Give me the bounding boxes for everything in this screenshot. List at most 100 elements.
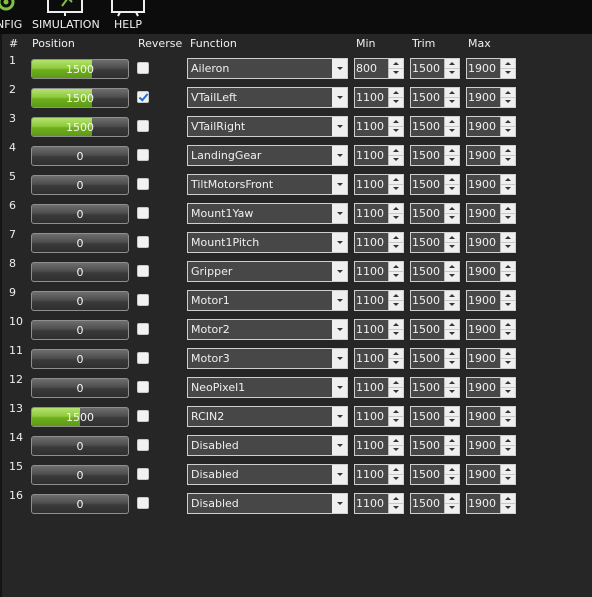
- chevron-down-icon[interactable]: [445, 475, 459, 484]
- min-spinner[interactable]: 1100: [354, 203, 404, 224]
- chevron-down-icon[interactable]: [332, 233, 347, 252]
- chevron-down-icon[interactable]: [445, 446, 459, 455]
- trim-spinner[interactable]: 1500: [410, 493, 460, 514]
- chevron-down-icon[interactable]: [332, 59, 347, 78]
- chevron-up-icon[interactable]: [501, 204, 515, 214]
- trim-spinner[interactable]: 1500: [410, 58, 460, 79]
- chevron-up-icon[interactable]: [389, 262, 403, 272]
- chevron-down-icon[interactable]: [501, 69, 515, 78]
- function-select[interactable]: RCIN2: [187, 406, 348, 427]
- function-select[interactable]: Disabled: [187, 435, 348, 456]
- trim-spinner[interactable]: 1500: [410, 261, 460, 282]
- chevron-down-icon[interactable]: [445, 127, 459, 136]
- chevron-up-icon[interactable]: [389, 88, 403, 98]
- max-spinner[interactable]: 1900: [466, 493, 516, 514]
- chevron-down-icon[interactable]: [501, 156, 515, 165]
- min-spinner[interactable]: 1100: [354, 174, 404, 195]
- chevron-down-icon[interactable]: [332, 117, 347, 136]
- chevron-up-icon[interactable]: [501, 378, 515, 388]
- chevron-up-icon[interactable]: [501, 146, 515, 156]
- function-select[interactable]: VTailLeft: [187, 87, 348, 108]
- chevron-down-icon[interactable]: [389, 127, 403, 136]
- chevron-up-icon[interactable]: [445, 320, 459, 330]
- chevron-up-icon[interactable]: [445, 407, 459, 417]
- reverse-checkbox[interactable]: [137, 323, 149, 335]
- chevron-up-icon[interactable]: [445, 204, 459, 214]
- min-spinner[interactable]: 1100: [354, 348, 404, 369]
- max-spinner[interactable]: 1900: [466, 464, 516, 485]
- toolbar-config[interactable]: NFIG: [0, 0, 24, 34]
- trim-spinner[interactable]: 1500: [410, 145, 460, 166]
- chevron-up-icon[interactable]: [445, 349, 459, 359]
- reverse-checkbox[interactable]: [137, 265, 149, 277]
- max-spinner[interactable]: 1900: [466, 319, 516, 340]
- chevron-down-icon[interactable]: [445, 417, 459, 426]
- chevron-down-icon[interactable]: [445, 243, 459, 252]
- chevron-up-icon[interactable]: [389, 320, 403, 330]
- min-spinner[interactable]: 1100: [354, 290, 404, 311]
- chevron-up-icon[interactable]: [445, 465, 459, 475]
- trim-spinner[interactable]: 1500: [410, 377, 460, 398]
- chevron-up-icon[interactable]: [445, 262, 459, 272]
- reverse-checkbox[interactable]: [137, 352, 149, 364]
- chevron-down-icon[interactable]: [332, 320, 347, 339]
- function-select[interactable]: Disabled: [187, 464, 348, 485]
- min-spinner[interactable]: 1100: [354, 377, 404, 398]
- chevron-down-icon[interactable]: [445, 214, 459, 223]
- chevron-down-icon[interactable]: [501, 127, 515, 136]
- min-spinner[interactable]: 1100: [354, 116, 404, 137]
- chevron-up-icon[interactable]: [445, 146, 459, 156]
- chevron-up-icon[interactable]: [445, 88, 459, 98]
- reverse-checkbox[interactable]: [137, 468, 149, 480]
- chevron-up-icon[interactable]: [389, 494, 403, 504]
- max-spinner[interactable]: 1900: [466, 58, 516, 79]
- min-spinner[interactable]: 1100: [354, 406, 404, 427]
- chevron-up-icon[interactable]: [389, 436, 403, 446]
- chevron-down-icon[interactable]: [445, 388, 459, 397]
- chevron-up-icon[interactable]: [389, 204, 403, 214]
- chevron-down-icon[interactable]: [389, 98, 403, 107]
- function-select[interactable]: Gripper: [187, 261, 348, 282]
- min-spinner[interactable]: 1100: [354, 319, 404, 340]
- chevron-down-icon[interactable]: [389, 156, 403, 165]
- chevron-down-icon[interactable]: [332, 204, 347, 223]
- chevron-up-icon[interactable]: [389, 146, 403, 156]
- chevron-up-icon[interactable]: [389, 233, 403, 243]
- chevron-down-icon[interactable]: [389, 214, 403, 223]
- min-spinner[interactable]: 800: [354, 58, 404, 79]
- toolbar-simulation[interactable]: SIMULATION: [32, 0, 102, 34]
- function-select[interactable]: LandingGear: [187, 145, 348, 166]
- chevron-up-icon[interactable]: [501, 88, 515, 98]
- chevron-up-icon[interactable]: [389, 407, 403, 417]
- chevron-down-icon[interactable]: [445, 301, 459, 310]
- chevron-up-icon[interactable]: [445, 494, 459, 504]
- max-spinner[interactable]: 1900: [466, 435, 516, 456]
- reverse-checkbox[interactable]: [137, 62, 149, 74]
- chevron-down-icon[interactable]: [332, 88, 347, 107]
- chevron-down-icon[interactable]: [501, 243, 515, 252]
- chevron-up-icon[interactable]: [389, 378, 403, 388]
- function-select[interactable]: VTailRight: [187, 116, 348, 137]
- chevron-up-icon[interactable]: [389, 59, 403, 69]
- chevron-down-icon[interactable]: [389, 272, 403, 281]
- chevron-up-icon[interactable]: [389, 175, 403, 185]
- chevron-up-icon[interactable]: [501, 59, 515, 69]
- reverse-checkbox[interactable]: [137, 207, 149, 219]
- toolbar-help[interactable]: HELP: [110, 0, 150, 34]
- chevron-down-icon[interactable]: [389, 301, 403, 310]
- chevron-up-icon[interactable]: [501, 320, 515, 330]
- function-select[interactable]: Motor2: [187, 319, 348, 340]
- chevron-down-icon[interactable]: [501, 185, 515, 194]
- chevron-up-icon[interactable]: [445, 436, 459, 446]
- chevron-down-icon[interactable]: [332, 175, 347, 194]
- chevron-down-icon[interactable]: [501, 446, 515, 455]
- chevron-down-icon[interactable]: [389, 475, 403, 484]
- chevron-up-icon[interactable]: [501, 494, 515, 504]
- max-spinner[interactable]: 1900: [466, 87, 516, 108]
- chevron-down-icon[interactable]: [389, 388, 403, 397]
- max-spinner[interactable]: 1900: [466, 174, 516, 195]
- chevron-down-icon[interactable]: [389, 417, 403, 426]
- reverse-checkbox[interactable]: [137, 294, 149, 306]
- min-spinner[interactable]: 1100: [354, 87, 404, 108]
- reverse-checkbox[interactable]: [137, 178, 149, 190]
